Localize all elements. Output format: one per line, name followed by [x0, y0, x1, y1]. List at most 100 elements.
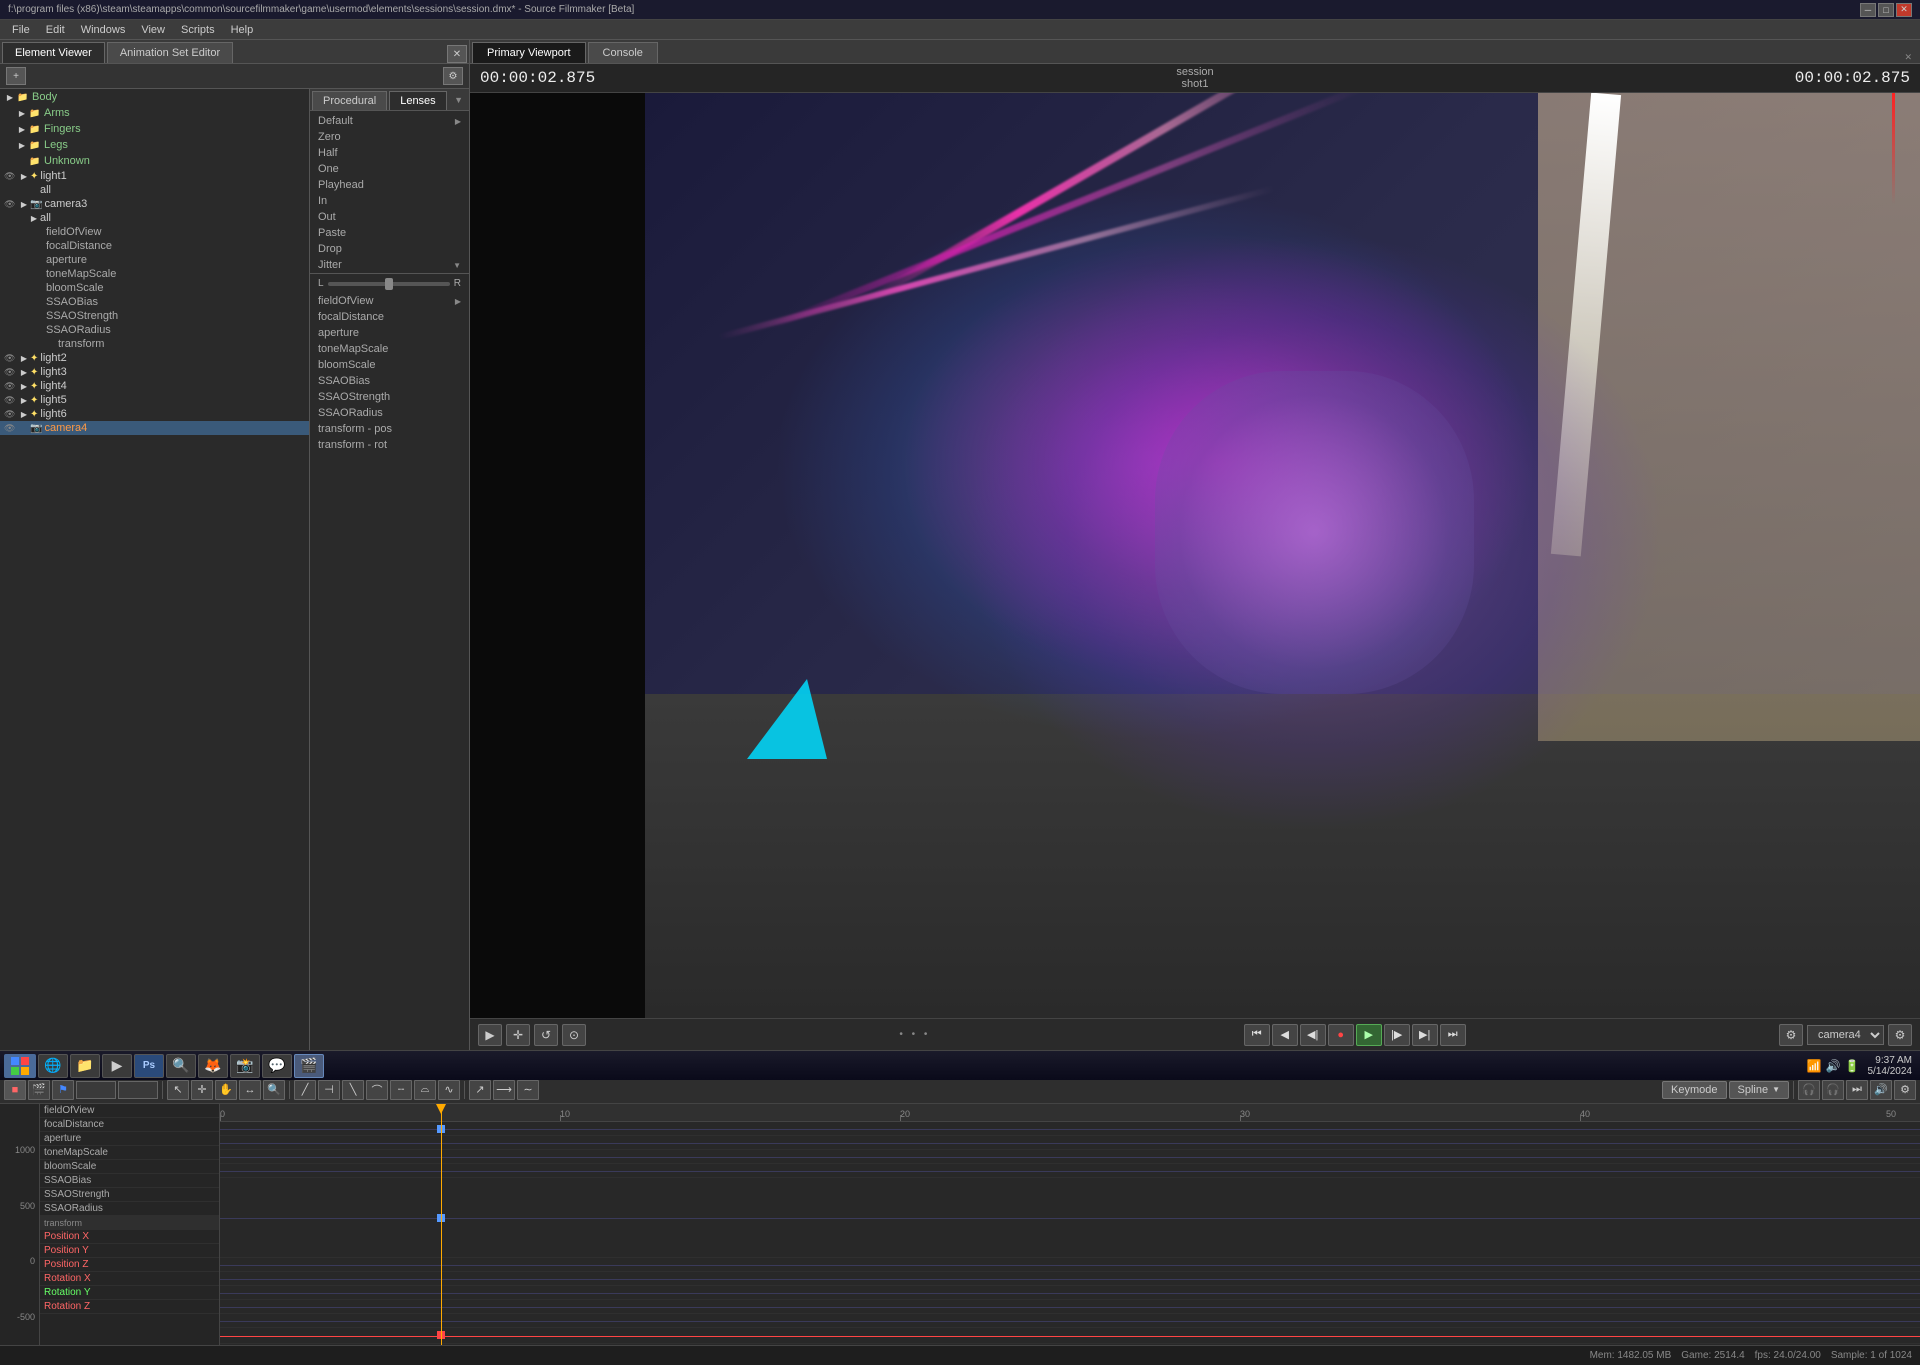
proc-item-playhead[interactable]: Playhead	[310, 177, 469, 193]
taskbar-clock[interactable]: 9:37 AM 5/14/2024	[1868, 1055, 1917, 1077]
proc-item-ssaostrength2[interactable]: SSAOStrength	[310, 389, 469, 405]
keymode-button[interactable]: Keymode	[1662, 1081, 1726, 1099]
proc-item-drop[interactable]: Drop	[310, 241, 469, 257]
viewport-canvas[interactable]	[470, 93, 1920, 1018]
minimize-button[interactable]: ─	[1860, 3, 1876, 17]
close-button[interactable]: ✕	[1896, 3, 1912, 17]
menu-file[interactable]: File	[4, 22, 38, 38]
transport-next-frame[interactable]: |▶	[1384, 1024, 1410, 1046]
tl-smooth-btn[interactable]: ∼	[517, 1080, 539, 1100]
proc-item-one[interactable]: One	[310, 161, 469, 177]
panel-close-button[interactable]: ✕	[447, 45, 467, 63]
tl-curve3-btn[interactable]: ╲	[342, 1080, 364, 1100]
transport-prev-frame[interactable]: ◀|	[1300, 1024, 1326, 1046]
transport-to-start[interactable]: ⏮	[1244, 1024, 1270, 1046]
vp-play-button[interactable]: ▶	[478, 1024, 502, 1046]
taskbar-camera[interactable]: 📸	[230, 1054, 260, 1078]
eye-icon-camera3[interactable]: 👁	[4, 199, 18, 210]
transport-play[interactable]: ▶	[1356, 1024, 1382, 1046]
settings-button[interactable]: ⚙	[443, 67, 463, 85]
tl-resize-btn[interactable]: ↔	[239, 1080, 261, 1100]
transport-to-end[interactable]: ⏭	[1440, 1024, 1466, 1046]
tl-move-btn[interactable]: ✛	[191, 1080, 213, 1100]
proc-item-transform-pos[interactable]: transform - pos	[310, 421, 469, 437]
menu-scripts[interactable]: Scripts	[173, 22, 223, 38]
element-tree[interactable]: ▶ 📁 Body ▶ 📁 Arms ▶ 📁 Fingers	[0, 89, 310, 1050]
transport-record[interactable]: ●	[1328, 1024, 1354, 1046]
tree-item-body[interactable]: ▶ 📁 Body	[0, 89, 309, 105]
tree-item-light1-all[interactable]: all	[0, 183, 309, 197]
tree-item-camera3[interactable]: 👁 ▶ 📷 camera3	[0, 197, 309, 211]
tab-console[interactable]: Console	[588, 42, 658, 63]
vp-rotate-button[interactable]: ↺	[534, 1024, 558, 1046]
eye-icon-light2[interactable]: 👁	[4, 353, 18, 364]
taskbar-photoshop[interactable]: Ps	[134, 1054, 164, 1078]
tree-item-light5[interactable]: 👁 ▶ ✦ light5	[0, 393, 309, 407]
eye-icon-light1[interactable]: 👁	[4, 171, 18, 182]
proc-item-in[interactable]: In	[310, 193, 469, 209]
slider-thumb[interactable]	[385, 278, 393, 290]
tab-element-viewer[interactable]: Element Viewer	[2, 42, 105, 63]
tree-item-tonemapscale[interactable]: toneMapScale	[0, 267, 309, 281]
tl-curve2-btn[interactable]: ⊣	[318, 1080, 340, 1100]
proc-item-aperture2[interactable]: aperture	[310, 325, 469, 341]
proc-item-half[interactable]: Half	[310, 145, 469, 161]
tree-item-ssaostrength[interactable]: SSAOStrength	[0, 309, 309, 323]
tree-item-transform[interactable]: transform	[0, 337, 309, 351]
tree-item-legs[interactable]: ▶ 📁 Legs	[0, 137, 309, 153]
tl-input2[interactable]	[118, 1081, 158, 1099]
tl-curve6-btn[interactable]: ⌓	[414, 1080, 436, 1100]
tree-item-light2[interactable]: 👁 ▶ ✦ light2	[0, 351, 309, 365]
tree-item-arms[interactable]: ▶ 📁 Arms	[0, 105, 309, 121]
taskbar-explorer[interactable]: 📁	[70, 1054, 100, 1078]
tl-vol-btn[interactable]: 🔊	[1870, 1080, 1892, 1100]
proc-item-fieldofview[interactable]: fieldOfView▶	[310, 293, 469, 309]
tl-join1-btn[interactable]: ↗	[469, 1080, 491, 1100]
tree-item-aperture[interactable]: aperture	[0, 253, 309, 267]
slider-track[interactable]	[328, 282, 450, 286]
vp-move-button[interactable]: ✛	[506, 1024, 530, 1046]
tl-join2-btn[interactable]: ⟶	[493, 1080, 515, 1100]
timeline-track-area[interactable]: 0 10 20 30 40 50	[220, 1104, 1920, 1345]
tl-cursor-btn[interactable]: ↖	[167, 1080, 189, 1100]
tree-item-fingers[interactable]: ▶ 📁 Fingers	[0, 121, 309, 137]
tree-item-light1[interactable]: 👁 ▶ ✦ light1	[0, 169, 309, 183]
tree-item-ssaoradius[interactable]: SSAORadius	[0, 323, 309, 337]
tab-primary-viewport[interactable]: Primary Viewport	[472, 42, 586, 63]
tl-record-btn[interactable]: ■	[4, 1080, 26, 1100]
proc-item-ssaobias2[interactable]: SSAOBias	[310, 373, 469, 389]
tl-curve4-btn[interactable]: ⌒	[366, 1080, 388, 1100]
tl-flag-btn[interactable]: ⚑	[52, 1080, 74, 1100]
tab-animation-set-editor[interactable]: Animation Set Editor	[107, 42, 233, 63]
tree-item-ssaobias[interactable]: SSAOBias	[0, 295, 309, 309]
taskbar-ie[interactable]: 🌐	[38, 1054, 68, 1078]
tree-item-unknown[interactable]: 📁 Unknown	[0, 153, 309, 169]
tree-item-camera3-all[interactable]: ▶ all	[0, 211, 309, 225]
tl-headphone-l-btn[interactable]: 🎧	[1798, 1080, 1820, 1100]
transport-next-key[interactable]: ▶|	[1412, 1024, 1438, 1046]
menu-windows[interactable]: Windows	[73, 22, 134, 38]
tl-film-btn[interactable]: 🎬	[28, 1080, 50, 1100]
tab-procedural[interactable]: Procedural	[312, 91, 387, 110]
tab-lenses[interactable]: Lenses	[389, 91, 446, 110]
taskbar-media[interactable]: ▶	[102, 1054, 132, 1078]
proc-item-out[interactable]: Out	[310, 209, 469, 225]
tree-item-fieldofview[interactable]: fieldOfView	[0, 225, 309, 239]
tl-curve7-btn[interactable]: ∿	[438, 1080, 460, 1100]
taskbar-search[interactable]: 🔍	[166, 1054, 196, 1078]
maximize-button[interactable]: □	[1878, 3, 1894, 17]
taskbar-firefox[interactable]: 🦊	[198, 1054, 228, 1078]
camera-selector[interactable]: camera4 camera3	[1807, 1025, 1884, 1045]
eye-icon-light4[interactable]: 👁	[4, 381, 18, 392]
vp-camera-button[interactable]: ⊙	[562, 1024, 586, 1046]
tree-item-light6[interactable]: 👁 ▶ ✦ light6	[0, 407, 309, 421]
proc-panel-close[interactable]: ▼	[450, 91, 467, 110]
vp-extra-settings[interactable]: ⚙	[1888, 1024, 1912, 1046]
proc-item-jitter[interactable]: Jitter ▼	[310, 257, 469, 273]
eye-icon-camera4[interactable]: 👁	[4, 423, 18, 434]
taskbar-discord[interactable]: 💬	[262, 1054, 292, 1078]
menu-edit[interactable]: Edit	[38, 22, 73, 38]
proc-item-ssaoradius2[interactable]: SSAORadius	[310, 405, 469, 421]
procedural-list[interactable]: Default▶ Zero Half One Playhead In Out P…	[310, 111, 469, 1050]
eye-icon-light5[interactable]: 👁	[4, 395, 18, 406]
